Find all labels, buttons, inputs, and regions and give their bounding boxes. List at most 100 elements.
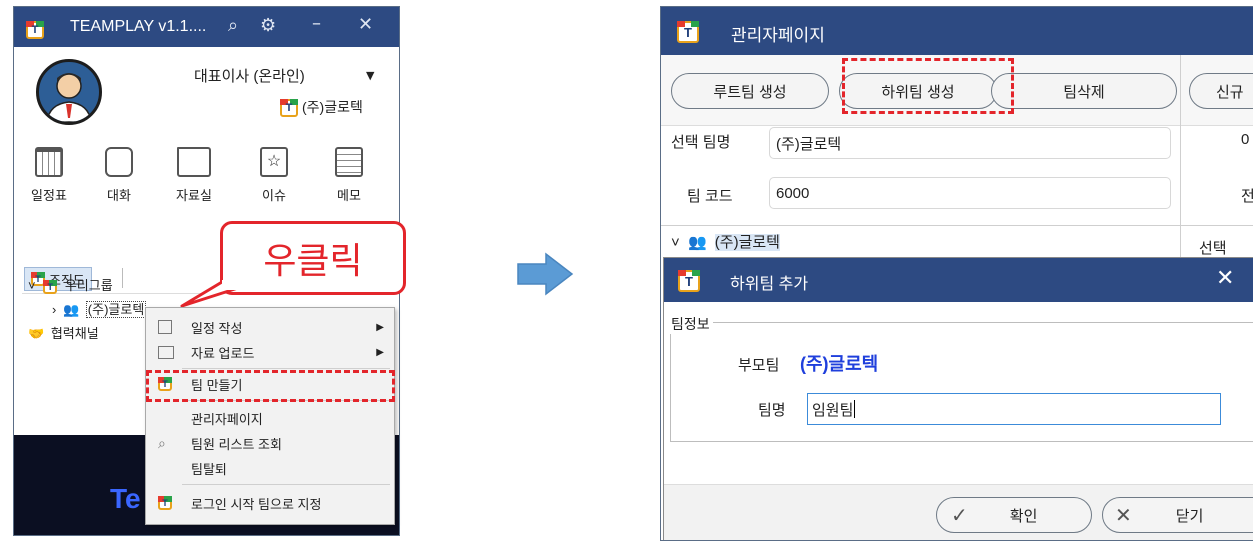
divider bbox=[661, 225, 1253, 226]
menu-label: 자료 업로드 bbox=[191, 345, 255, 361]
menu-label: 관리자페이지 bbox=[191, 411, 263, 427]
submenu-arrow-icon: ▶ bbox=[376, 321, 384, 333]
close-icon[interactable]: ✕ bbox=[1216, 266, 1234, 291]
team-code-label: 팀 코드 bbox=[687, 188, 733, 205]
field-value: (주)글로텍 bbox=[776, 135, 842, 153]
menu-label: 로그인 시작 팀으로 지정 bbox=[191, 496, 322, 512]
right-column-value: 0 bbox=[1241, 131, 1250, 148]
sub-team-dialog: T 하위팀 추가 ✕ 팀정보 부모팀 (주)글로텍 팀명 임원팀 ✓ 확인 ✕ … bbox=[663, 257, 1253, 540]
menu-label: 팀원 리스트 조회 bbox=[191, 436, 282, 452]
tree-company[interactable]: › 👥 (주)글로텍 bbox=[52, 299, 147, 318]
right-column-value: 전 bbox=[1241, 185, 1253, 206]
admin-tree-root[interactable]: ˅ 👥 (주)글로텍 bbox=[671, 231, 780, 252]
team-code-field[interactable]: 6000 bbox=[769, 177, 1171, 209]
callout-text: 우클릭 bbox=[263, 240, 363, 281]
confirm-button[interactable]: ✓ 확인 bbox=[936, 497, 1092, 533]
highlight-sub-team bbox=[842, 58, 1014, 114]
menu-label: 팀탈퇴 bbox=[191, 461, 227, 477]
field-value: 6000 bbox=[776, 184, 810, 202]
divider bbox=[122, 268, 123, 288]
toolbar-label: 이슈 bbox=[262, 188, 286, 203]
text-cursor bbox=[854, 400, 856, 418]
select-column-header: 선택 bbox=[1199, 240, 1227, 257]
teamplay-logo-icon: T bbox=[678, 270, 700, 292]
close-button[interactable]: ✕ 닫기 bbox=[1102, 497, 1253, 533]
flow-arrow-icon bbox=[517, 252, 574, 296]
minimize-icon[interactable]: – bbox=[312, 13, 321, 34]
company-name: (주)글로텍 bbox=[302, 99, 363, 115]
menu-item-schedule[interactable]: 일정 작성 ▶ bbox=[146, 314, 394, 340]
callout-pointer bbox=[180, 280, 244, 308]
dialog-title: 하위팀 추가 bbox=[730, 276, 809, 293]
tree-partner[interactable]: 🤝 협력채널 bbox=[28, 323, 99, 342]
parent-team-value: (주)글로텍 bbox=[800, 354, 879, 374]
toolbar-label: 일정표 bbox=[31, 188, 67, 203]
chevron-down-icon[interactable]: ▼ bbox=[366, 69, 374, 82]
check-icon: ✓ bbox=[951, 504, 968, 527]
menu-item-upload[interactable]: 자료 업로드 ▶ bbox=[146, 339, 394, 365]
banner-text: Te bbox=[110, 483, 141, 514]
tree-label: (주)글로텍 bbox=[714, 234, 780, 251]
admin-window: T 관리자페이지 루트팀 생성 하위팀 생성 팀삭제 신규 선택 팀명 (주)글… bbox=[660, 6, 1253, 541]
button-label: 루트팀 생성 bbox=[713, 83, 787, 101]
menu-item-admin-page[interactable]: 관리자페이지 bbox=[146, 405, 394, 431]
memo-icon bbox=[335, 147, 363, 177]
profile-name[interactable]: 대표이사 (온라인) bbox=[194, 65, 305, 86]
button-label: 신규 bbox=[1216, 83, 1244, 101]
menu-label: 일정 작성 bbox=[191, 320, 243, 336]
team-name-label: 팀명 bbox=[758, 402, 786, 419]
toolbar-memo[interactable]: 메모 bbox=[324, 147, 374, 204]
tree-label: (주)글로텍 bbox=[85, 301, 147, 318]
root-team-button[interactable]: 루트팀 생성 bbox=[671, 73, 829, 109]
star-doc-icon: ☆ bbox=[260, 147, 288, 177]
toolbar-label: 자료실 bbox=[176, 188, 212, 203]
tree-label: 협력채널 bbox=[50, 326, 99, 341]
team-logo-icon: T bbox=[158, 496, 172, 510]
gear-icon[interactable]: ⚙ bbox=[260, 15, 276, 36]
calendar-icon bbox=[158, 320, 172, 334]
menu-item-member-list[interactable]: ⌕ 팀원 리스트 조회 bbox=[146, 430, 394, 456]
toolbar-label: 메모 bbox=[337, 188, 361, 203]
menu-item-set-start-team[interactable]: T 로그인 시작 팀으로 지정 bbox=[146, 490, 394, 516]
title-bar: T TEAMPLAY v1.1.... ⌕ ⚙ – ✕ bbox=[14, 7, 399, 47]
new-button[interactable]: 신규 bbox=[1189, 73, 1253, 109]
close-icon[interactable]: ✕ bbox=[358, 14, 373, 35]
search-icon: ⌕ bbox=[158, 434, 166, 451]
toolbar-chat[interactable]: 대화 bbox=[94, 147, 144, 204]
input-value: 임원팀 bbox=[812, 401, 854, 419]
menu-separator bbox=[182, 484, 390, 485]
delete-team-button[interactable]: 팀삭제 bbox=[991, 73, 1177, 109]
search-icon[interactable]: ⌕ bbox=[228, 15, 238, 36]
context-menu: 일정 작성 ▶ 자료 업로드 ▶ T 팀 만들기 관리자페이지 ⌕ 팀원 리스트… bbox=[145, 307, 395, 525]
handshake-icon: 🤝 bbox=[28, 326, 45, 341]
chevron-down-icon[interactable]: ˅ bbox=[671, 234, 680, 251]
parent-team-label: 부모팀 bbox=[738, 357, 780, 374]
submenu-arrow-icon: ▶ bbox=[376, 346, 384, 358]
tree-label: 우리그룹 bbox=[64, 278, 113, 293]
avatar[interactable] bbox=[36, 59, 102, 125]
toolbar-files[interactable]: 자료실 bbox=[169, 147, 219, 204]
button-label: 팀삭제 bbox=[1063, 83, 1105, 101]
toolbar-schedule[interactable]: 일정표 bbox=[24, 147, 74, 204]
team-name-input[interactable]: 임원팀 bbox=[807, 393, 1221, 425]
group-label: 팀정보 bbox=[668, 314, 713, 334]
people-icon: 👥 bbox=[62, 302, 80, 317]
x-icon: ✕ bbox=[1115, 504, 1132, 527]
company-logo-icon: T bbox=[280, 99, 298, 117]
menu-item-leave-team[interactable]: 팀탈퇴 bbox=[146, 455, 394, 481]
admin-title: 관리자페이지 bbox=[731, 26, 825, 45]
selected-team-field[interactable]: (주)글로텍 bbox=[769, 127, 1171, 159]
button-label: 닫기 bbox=[1175, 507, 1204, 525]
toolbar-issue[interactable]: ☆ 이슈 bbox=[249, 147, 299, 204]
chevron-right-icon[interactable]: › bbox=[52, 302, 56, 317]
team-logo-icon: T bbox=[43, 280, 58, 294]
calendar-icon bbox=[35, 147, 63, 177]
folder-icon bbox=[177, 147, 211, 177]
people-icon: 👥 bbox=[687, 234, 707, 251]
selected-team-label: 선택 팀명 bbox=[671, 134, 731, 151]
admin-title-bar: T 관리자페이지 bbox=[661, 7, 1253, 55]
button-label: 확인 bbox=[1009, 507, 1038, 525]
chat-icon bbox=[105, 147, 133, 177]
toolbar-label: 대화 bbox=[107, 188, 131, 203]
teamplay-logo-icon: T bbox=[26, 21, 44, 39]
